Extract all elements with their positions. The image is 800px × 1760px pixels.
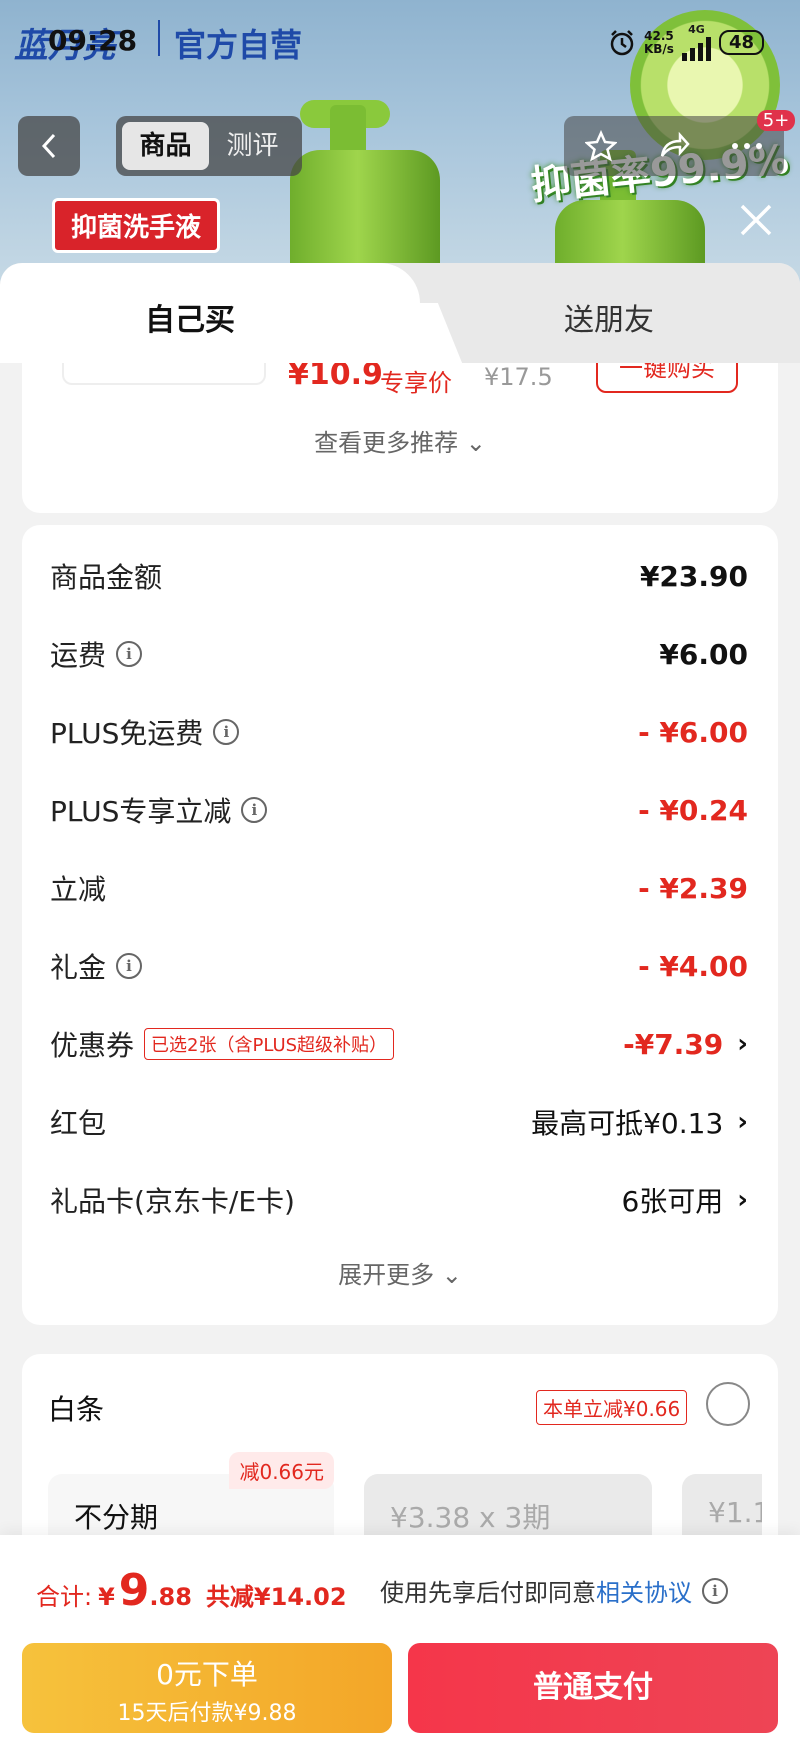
tab-send-friend[interactable]: 送朋友 [420, 263, 800, 363]
info-icon[interactable]: i [702, 1577, 728, 1604]
row-gift-money: 礼金 i - ¥4.00 [50, 949, 748, 985]
baitiao-radio[interactable] [706, 1382, 750, 1426]
row-instant-discount: 立减 - ¥2.39 [50, 871, 748, 907]
info-icon[interactable]: i [116, 641, 143, 667]
tab-buy-self[interactable]: 自己买 [0, 263, 420, 363]
row-plus-free-shipping: PLUS免运费 i - ¥6.00 [50, 715, 748, 751]
row-red-packet[interactable]: 红包 最高可抵¥0.13 › [50, 1097, 748, 1147]
price-detail-card: 商品金额 ¥23.90 运费 i ¥6.00 PLUS免运费 i - ¥6.00 P… [22, 525, 778, 1325]
baitiao-promo-tag: 本单立减¥0.66 [536, 1390, 688, 1425]
row-gift-card[interactable]: 礼品卡(京东卡/E卡) 6张可用 › [50, 1175, 748, 1225]
chevron-down-icon: ⌄ [465, 429, 486, 457]
tab-product[interactable]: 商品 [122, 122, 209, 170]
alarm-icon [610, 29, 634, 55]
battery-indicator: 48 [718, 30, 764, 55]
official-store-label: 官方自营 [174, 26, 303, 64]
purchase-mode-tabs: 自己买 送朋友 [0, 263, 800, 363]
baitiao-title: 白条 [48, 1393, 105, 1426]
favorite-button[interactable] [583, 128, 619, 164]
recommend-price-tag: 专享价 [380, 369, 452, 397]
pay-later-button[interactable]: 0元下单 15天后付款¥9.88 [22, 1643, 392, 1733]
expand-more-link[interactable]: 展开更多 ⌄ [22, 1255, 778, 1290]
chevron-right-icon: › [737, 1029, 748, 1059]
signal-icon [681, 35, 711, 61]
info-icon[interactable]: i [116, 953, 143, 979]
coupon-selected-tag: 已选2张（含PLUS超级补贴） [144, 1028, 395, 1060]
net-speed: 42.5 KB/s [643, 28, 674, 56]
agreement-notice: 使用先享后付即同意相关协议 i [380, 1573, 728, 1608]
row-goods-amount: 商品金额 ¥23.90 [50, 559, 748, 595]
top-actions: 5+ [564, 110, 796, 176]
close-icon[interactable] [734, 198, 778, 242]
recommend-thumbnail[interactable] [62, 363, 266, 385]
recommend-price: ¥10.9 [288, 363, 383, 392]
agreement-link[interactable]: 相关协议 [596, 1579, 692, 1607]
chevron-right-icon: › [737, 1185, 748, 1215]
info-icon[interactable]: i [241, 797, 268, 823]
product-tag: 抑菌洗手液 [52, 198, 221, 253]
total-discount: 共减¥14.02 [205, 1583, 347, 1611]
status-bar: 42.5 KB/s 4G 48 [608, 24, 764, 61]
tab-review[interactable]: 测评 [209, 122, 296, 170]
row-plus-discount: PLUS专享立减 i - ¥0.24 [50, 793, 748, 829]
product-banner: 蓝月亮 官方自营 09:28 42.5 KB/s 4G 48 抑菌洗手液 抑菌率… [0, 0, 800, 300]
star-icon [584, 130, 617, 162]
row-coupon[interactable]: 优惠券 已选2张（含PLUS超级补贴） -¥7.39 › [50, 1019, 748, 1069]
share-button[interactable] [656, 128, 692, 164]
one-click-buy-button[interactable]: 一键购买 [596, 363, 738, 393]
plan-discount-badge: 减0.66元 [229, 1452, 334, 1489]
back-button[interactable] [18, 116, 80, 176]
more-dots-icon [732, 143, 763, 149]
chevron-right-icon: › [737, 1107, 748, 1137]
normal-pay-button[interactable]: 普通支付 [408, 1643, 778, 1733]
share-icon [660, 131, 690, 157]
message-badge: 5+ [756, 110, 796, 131]
more-button[interactable]: 5+ [729, 110, 796, 164]
info-icon[interactable]: i [213, 719, 240, 745]
order-total: 合计: ¥ 9 .88 共减¥14.02 [36, 1565, 347, 1616]
recommendation-card: ¥10.9 专享价 ¥17.5 一键购买 查看更多推荐 ⌄ [22, 363, 778, 513]
recommend-original-price: ¥17.5 [484, 363, 553, 391]
status-time: 09:28 [48, 24, 138, 57]
product-tabs: 商品 测评 [116, 116, 302, 176]
row-shipping: 运费 i ¥6.00 [50, 637, 748, 673]
chevron-left-icon [41, 133, 56, 159]
chevron-down-icon: ⌄ [441, 1261, 462, 1289]
more-recommend-link[interactable]: 查看更多推荐 ⌄ [22, 423, 778, 458]
checkout-footer: 合计: ¥ 9 .88 共减¥14.02 使用先享后付即同意相关协议 i 0元下… [0, 1535, 800, 1760]
